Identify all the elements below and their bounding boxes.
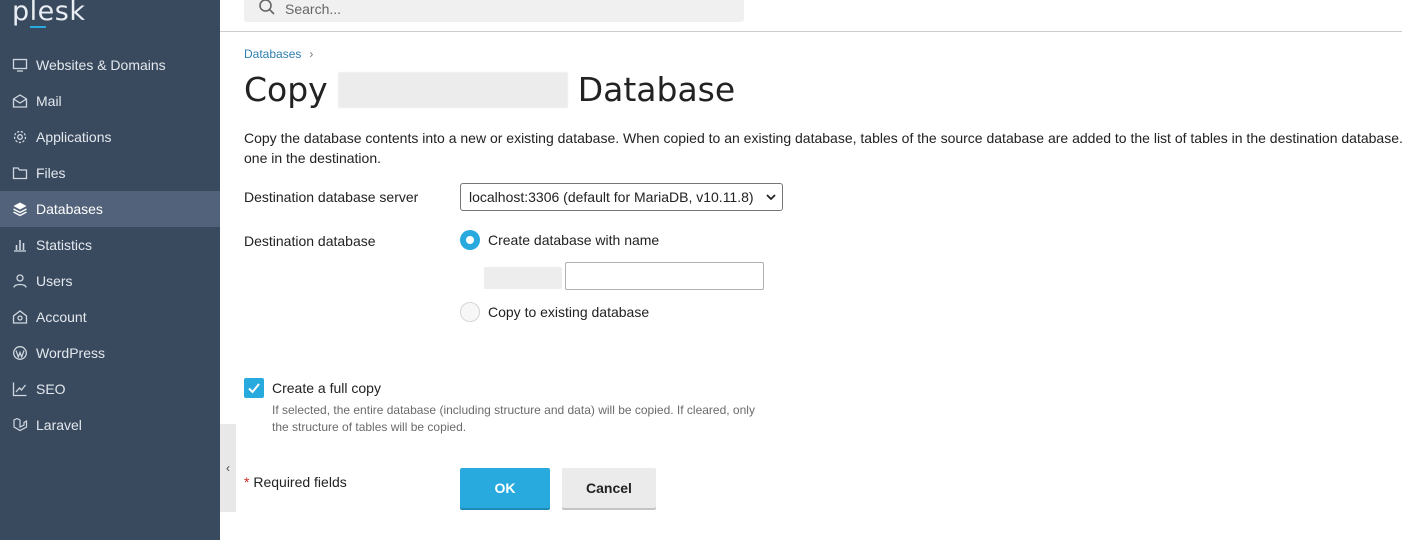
create-db-radio[interactable]: [460, 230, 480, 250]
sidebar-item-applications[interactable]: Applications: [0, 119, 220, 155]
mail-icon: [12, 93, 28, 109]
gear-icon: [12, 129, 28, 145]
sidebar-item-label: SEO: [36, 381, 66, 397]
redacted-db-prefix: [484, 267, 562, 289]
ok-button[interactable]: OK: [460, 468, 550, 508]
sidebar-item-databases[interactable]: Databases: [0, 191, 220, 227]
search-icon: [258, 0, 276, 21]
sidebar-item-label: Mail: [36, 93, 62, 109]
required-star: *: [244, 474, 250, 490]
sidebar-nav: Websites & Domains Mail Applications Fil…: [0, 47, 220, 443]
sidebar-item-label: Applications: [36, 129, 112, 145]
existing-db-label[interactable]: Copy to existing database: [488, 304, 649, 320]
layers-icon: [12, 201, 28, 217]
cancel-button[interactable]: Cancel: [562, 468, 656, 508]
sidebar-item-statistics[interactable]: Statistics: [0, 227, 220, 263]
sidebar-item-users[interactable]: Users: [0, 263, 220, 299]
chevron-right-icon: ›: [309, 47, 314, 61]
sidebar-item-mail[interactable]: Mail: [0, 83, 220, 119]
page-description: Copy the database contents into a new or…: [244, 130, 1402, 166]
existing-db-radio[interactable]: [460, 302, 480, 322]
server-label: Destination database server: [244, 189, 419, 205]
checkmark-icon: [248, 383, 260, 394]
sidebar-item-label: Statistics: [36, 237, 93, 253]
title-prefix: Copy: [244, 70, 328, 109]
sidebar-item-label: Files: [36, 165, 66, 181]
user-icon: [12, 273, 28, 289]
logo-accent: [30, 26, 46, 28]
chevron-down-icon: [766, 194, 776, 201]
sidebar-item-files[interactable]: Files: [0, 155, 220, 191]
redacted-database-name: [337, 71, 568, 108]
account-icon: [12, 309, 28, 325]
sidebar-item-seo[interactable]: SEO: [0, 371, 220, 407]
sidebar-item-label: WordPress: [36, 345, 105, 361]
sidebar-item-websites-domains[interactable]: Websites & Domains: [0, 47, 220, 83]
server-select-value: localhost:3306 (default for MariaDB, v10…: [469, 189, 754, 205]
sidebar-item-laravel[interactable]: Laravel: [0, 407, 220, 443]
full-copy-label[interactable]: Create a full copy: [272, 380, 381, 396]
required-fields-note: * Required fields: [244, 474, 347, 490]
seo-chart-icon: [12, 381, 28, 397]
sidebar-item-label: Account: [36, 309, 87, 325]
search-box[interactable]: [244, 0, 744, 22]
full-copy-checkbox[interactable]: [244, 378, 264, 398]
sidebar-collapse-button[interactable]: ‹: [220, 424, 236, 512]
folder-icon: [12, 165, 28, 181]
sidebar-item-label: Databases: [36, 201, 103, 217]
monitor-icon: [12, 57, 28, 73]
page-title: Copy Database: [244, 70, 735, 109]
laravel-icon: [12, 417, 28, 433]
full-copy-hint: If selected, the entire database (includ…: [272, 403, 755, 434]
db-name-input[interactable]: [565, 262, 764, 290]
sidebar-item-account[interactable]: Account: [0, 299, 220, 335]
sidebar: plesk Websites & Domains Mail Applicatio…: [0, 0, 220, 540]
sidebar-item-label: Websites & Domains: [36, 57, 166, 73]
bar-chart-icon: [12, 237, 28, 253]
chevron-left-icon: ‹: [226, 461, 230, 475]
create-db-label[interactable]: Create database with name: [488, 232, 659, 248]
topbar: [220, 0, 1402, 32]
required-fields-text: Required fields: [253, 474, 347, 490]
sidebar-item-label: Laravel: [36, 417, 82, 433]
sidebar-item-wordpress[interactable]: WordPress: [0, 335, 220, 371]
plesk-logo[interactable]: plesk: [12, 0, 85, 27]
breadcrumb: Databases ›: [244, 47, 313, 61]
breadcrumb-databases-link[interactable]: Databases: [244, 47, 301, 61]
server-select[interactable]: localhost:3306 (default for MariaDB, v10…: [460, 183, 783, 211]
sidebar-item-label: Users: [36, 273, 73, 289]
wordpress-icon: [12, 345, 28, 361]
dest-db-label: Destination database: [244, 233, 376, 249]
title-suffix: Database: [577, 70, 736, 109]
search-input[interactable]: [285, 1, 705, 17]
